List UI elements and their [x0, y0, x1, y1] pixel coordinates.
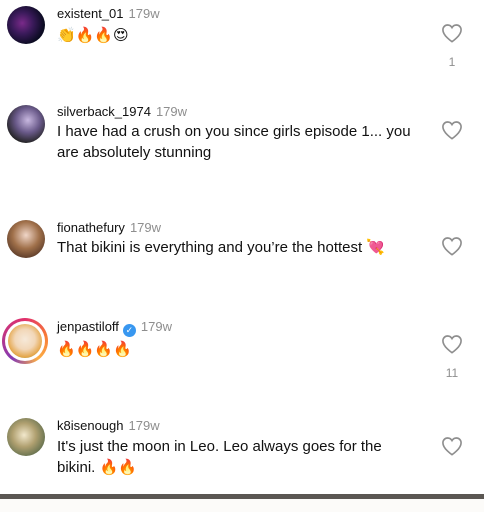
username[interactable]: k8isenough	[57, 418, 124, 433]
heart-outline-icon[interactable]	[441, 120, 463, 140]
heart-outline-icon[interactable]	[441, 23, 463, 43]
username[interactable]: existent_01	[57, 6, 124, 21]
timestamp: 179w	[128, 418, 160, 433]
comment-meta: jenpastiloff ✓ 179w	[57, 319, 172, 337]
avatar[interactable]	[7, 6, 45, 44]
username[interactable]: fionathefury	[57, 220, 125, 235]
avatar-ring	[5, 321, 45, 361]
username[interactable]: jenpastiloff	[57, 319, 119, 334]
bottom-strip	[0, 499, 484, 512]
avatar[interactable]	[7, 105, 45, 143]
comment-text: I have had a crush on you since girls ep…	[57, 123, 411, 161]
verified-badge-icon: ✓	[122, 324, 136, 337]
username[interactable]: silverback_1974	[57, 104, 151, 119]
heart-outline-icon[interactable]	[441, 236, 463, 256]
timestamp: 179w	[129, 220, 162, 235]
like-count[interactable]: 11	[440, 366, 464, 380]
comment-meta: silverback_1974 179w	[57, 104, 187, 119]
timestamp: 179w	[140, 319, 172, 334]
comment-meta: existent_01 179w	[57, 6, 160, 21]
comment-meta: k8isenough 179w	[57, 418, 160, 433]
timestamp: 179w	[128, 6, 160, 21]
comment-meta: fionathefury 179w	[57, 220, 161, 235]
heart-outline-icon[interactable]	[441, 436, 463, 456]
heart-outline-icon[interactable]	[441, 334, 463, 354]
avatar-image	[8, 324, 42, 358]
comment-text: 👏🔥🔥😍	[57, 27, 129, 44]
timestamp: 179w	[155, 104, 188, 119]
comment-text: 🔥🔥🔥🔥	[57, 341, 132, 358]
avatar[interactable]	[2, 318, 48, 364]
comment-text: It's just the moon in Leo. Leo always go…	[57, 438, 382, 476]
avatar[interactable]	[7, 220, 45, 258]
comment-text: That bikini is everything and you’re the…	[57, 239, 386, 256]
avatar[interactable]	[7, 418, 45, 456]
like-count[interactable]: 1	[440, 55, 464, 69]
